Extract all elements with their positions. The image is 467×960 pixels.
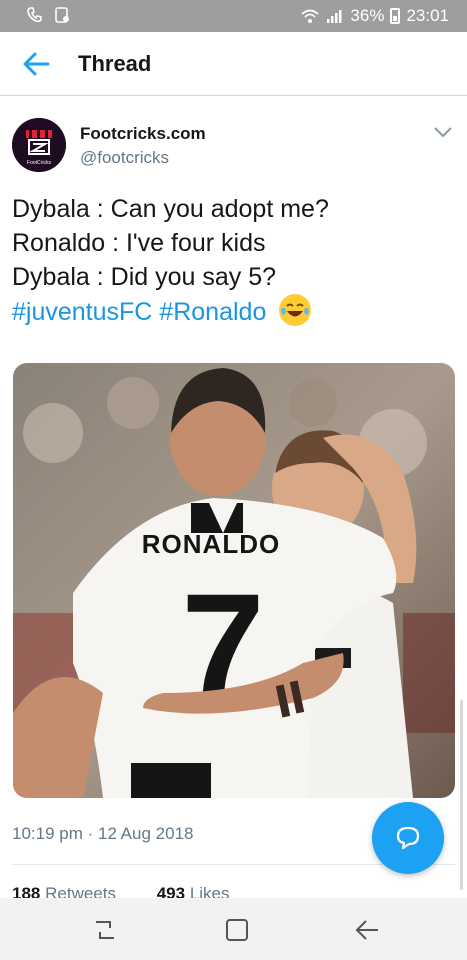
tweet-photo[interactable]: RONALDO 7 — [13, 363, 455, 798]
battery-percent: 36% — [350, 6, 385, 25]
jersey-name: RONALDO — [142, 529, 280, 559]
battery-icon — [390, 8, 401, 24]
ronaldo-dybala-photo: RONALDO 7 — [13, 363, 455, 798]
avatar-caption: FootCricks — [27, 160, 51, 166]
home-square-icon[interactable] — [222, 916, 252, 944]
status-bar: 36% 23:01 — [0, 0, 467, 32]
likes-count: 493 — [156, 884, 186, 898]
tweet-text: Dybala : Can you adopt me? Ronaldo : I'v… — [12, 192, 452, 329]
retweets-label: Retweets — [45, 884, 116, 898]
tears-of-joy-emoji-icon — [279, 294, 312, 326]
system-nav-bar — [0, 898, 467, 960]
status-icons-right: 36% 23:01 — [300, 6, 449, 26]
tweet-stats: 188 Retweets 493 Likes — [12, 884, 266, 898]
retweets-count: 188 — [12, 884, 41, 898]
recent-apps-icon[interactable] — [90, 916, 120, 944]
hashtag-juventusfc[interactable]: #juventusFC — [12, 298, 152, 326]
clock: 23:01 — [406, 6, 449, 25]
hashtag-line: #juventusFC #Ronaldo — [12, 294, 452, 329]
avatar[interactable]: FootCricks — [12, 118, 66, 172]
wifi-icon — [301, 9, 319, 23]
back-arrow-icon[interactable] — [22, 51, 50, 77]
notification-icon — [55, 7, 69, 23]
tweet-line: Dybala : Can you adopt me? — [12, 195, 329, 223]
app-header: Thread — [0, 32, 467, 96]
signal-icon — [327, 10, 342, 23]
page-title: Thread — [78, 51, 152, 76]
reply-bubble-icon — [396, 826, 420, 850]
footcricks-logo-icon: FootCricks — [12, 118, 66, 172]
status-icons-left — [26, 6, 70, 24]
likes-label: Likes — [189, 884, 230, 898]
author-name[interactable]: Footcricks.com — [80, 124, 206, 144]
retweets-stat[interactable]: 188 Retweets — [12, 884, 116, 898]
author-handle[interactable]: @footcricks — [80, 148, 169, 168]
back-nav-icon[interactable] — [352, 916, 382, 944]
phone-call-icon — [27, 7, 42, 23]
hashtag-ronaldo[interactable]: #Ronaldo — [159, 298, 266, 326]
tweet-line: Ronaldo : I've four kids — [12, 229, 266, 257]
reply-fab-button[interactable] — [372, 802, 444, 874]
likes-stat[interactable]: 493 Likes — [157, 884, 230, 898]
chevron-down-icon[interactable] — [433, 125, 453, 139]
tweet-timestamp: 10:19 pm · 12 Aug 2018 — [12, 824, 194, 843]
tweet-line: Dybala : Did you say 5? — [12, 263, 277, 291]
scrollbar[interactable] — [460, 700, 463, 890]
